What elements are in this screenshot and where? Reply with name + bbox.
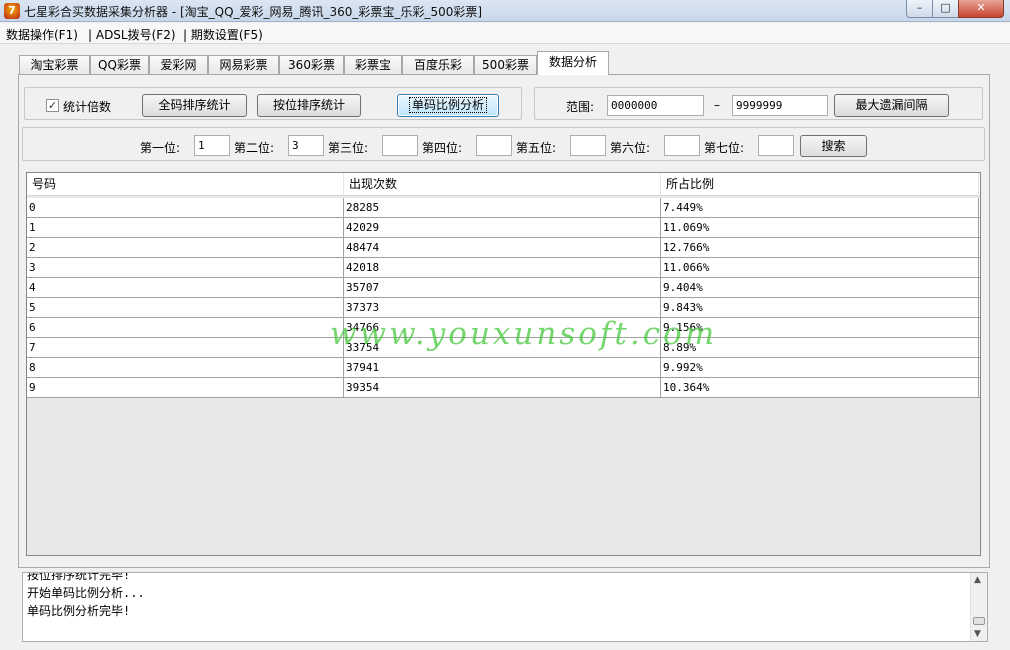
cell-count: 37941 — [344, 358, 661, 377]
log-line: 单码比例分析完毕! — [27, 604, 131, 618]
single-ratio-button[interactable]: 单码比例分析 — [397, 94, 499, 117]
ratio-table: 号码 出现次数 所占比例 0 28285 7.449% 1 42029 11.069% 2 4… — [26, 172, 981, 556]
table-row[interactable]: 9 39354 10.364% — [27, 378, 980, 398]
search-button[interactable]: 搜索 — [800, 135, 867, 157]
position-field-3[interactable] — [382, 135, 418, 156]
cell-count: 35707 — [344, 278, 661, 297]
cell-ratio: 9.992% — [661, 358, 979, 377]
position-label-2: 第二位: — [234, 141, 275, 155]
log-line: 按位排序统计完毕! — [27, 572, 131, 582]
cell-count: 33754 — [344, 338, 661, 357]
cell-number: 9 — [27, 378, 344, 397]
menu-adsl-dial[interactable]: | ADSL拨号(F2) — [88, 26, 176, 43]
full-sort-button[interactable]: 全码排序统计 — [142, 94, 247, 117]
position-label-3: 第三位: — [328, 141, 369, 155]
table-row[interactable]: 4 35707 9.404% — [27, 278, 980, 298]
range-separator: – — [714, 98, 720, 112]
tab-360[interactable]: 360彩票 — [279, 55, 344, 75]
max-gap-button[interactable]: 最大遗漏间隔 — [834, 94, 949, 117]
position-field-2[interactable]: 3 — [288, 135, 324, 156]
tab-netease[interactable]: 网易彩票 — [208, 55, 279, 75]
cell-count: 37373 — [344, 298, 661, 317]
cell-count: 42029 — [344, 218, 661, 237]
tab-baidu[interactable]: 百度乐彩 — [402, 55, 474, 75]
header-number[interactable]: 号码 — [27, 173, 344, 196]
cell-ratio: 12.766% — [661, 238, 979, 257]
cell-ratio: 8.89% — [661, 338, 979, 357]
log-line: 开始单码比例分析... — [27, 586, 145, 600]
cell-number: 7 — [27, 338, 344, 357]
single-ratio-button-label: 单码比例分析 — [408, 97, 487, 113]
menu-period-settings[interactable]: | 期数设置(F5) — [183, 26, 263, 43]
tab-caipiaobao[interactable]: 彩票宝 — [344, 55, 402, 75]
tab-500[interactable]: 500彩票 — [474, 55, 537, 75]
cell-number: 4 — [27, 278, 344, 297]
cell-number: 2 — [27, 238, 344, 257]
cell-number: 6 — [27, 318, 344, 337]
tab-taobao[interactable]: 淘宝彩票 — [19, 55, 90, 75]
scroll-up-icon[interactable]: ▲ — [974, 575, 981, 585]
close-button[interactable]: ✕ — [958, 0, 1004, 18]
table-row[interactable]: 7 33754 8.89% — [27, 338, 980, 358]
cell-ratio: 11.066% — [661, 258, 979, 277]
cell-number: 3 — [27, 258, 344, 277]
log-output: 按位排序统计完毕! 开始单码比例分析... 单码比例分析完毕! ▲ ▼ — [22, 572, 988, 642]
table-row[interactable]: 8 37941 9.992% — [27, 358, 980, 378]
cell-ratio: 9.843% — [661, 298, 979, 317]
table-row[interactable]: 5 37373 9.843% — [27, 298, 980, 318]
title-bar: 7 七星彩合买数据采集分析器 - [淘宝_QQ_爱彩_网易_腾讯_360_彩票宝… — [0, 0, 1010, 22]
range-from-field[interactable]: 0000000 — [607, 95, 704, 116]
menu-bar: 数据操作(F1) | ADSL拨号(F2) | 期数设置(F5) — [0, 23, 1010, 44]
table-row[interactable]: 6 34766 9.156% — [27, 318, 980, 338]
position-field-7[interactable] — [758, 135, 794, 156]
cell-count: 39354 — [344, 378, 661, 397]
minimize-button[interactable]: – — [906, 0, 933, 18]
position-sort-button[interactable]: 按位排序统计 — [257, 94, 361, 117]
range-to-field[interactable]: 9999999 — [732, 95, 828, 116]
cell-number: 1 — [27, 218, 344, 237]
window-title: 七星彩合买数据采集分析器 - [淘宝_QQ_爱彩_网易_腾讯_360_彩票宝_乐… — [24, 5, 483, 19]
position-field-6[interactable] — [664, 135, 700, 156]
position-label-5: 第五位: — [516, 141, 557, 155]
app-icon: 7 — [4, 3, 20, 19]
header-ratio[interactable]: 所占比例 — [661, 173, 979, 196]
position-field-4[interactable] — [476, 135, 512, 156]
cell-count: 34766 — [344, 318, 661, 337]
range-label: 范围: — [566, 100, 595, 114]
cell-number: 0 — [27, 198, 344, 217]
multiplier-label: 统计倍数 — [63, 100, 112, 114]
scroll-thumb[interactable] — [973, 617, 985, 625]
position-label-4: 第四位: — [422, 141, 463, 155]
multiplier-checkbox[interactable]: ✓ — [46, 99, 59, 112]
cell-ratio: 9.156% — [661, 318, 979, 337]
log-scrollbar[interactable]: ▲ ▼ — [970, 573, 987, 641]
cell-ratio: 11.069% — [661, 218, 979, 237]
table-body: 0 28285 7.449% 1 42029 11.069% 2 48474 12.766% 3 4… — [27, 198, 980, 398]
header-count[interactable]: 出现次数 — [344, 173, 661, 196]
tab-data-analysis[interactable]: 数据分析 — [537, 51, 609, 75]
table-header: 号码 出现次数 所占比例 — [27, 173, 980, 196]
position-label-1: 第一位: — [140, 141, 181, 155]
position-field-1[interactable]: 1 — [194, 135, 230, 156]
cell-count: 48474 — [344, 238, 661, 257]
table-row[interactable]: 3 42018 11.066% — [27, 258, 980, 278]
scroll-down-icon[interactable]: ▼ — [974, 629, 981, 639]
cell-ratio: 10.364% — [661, 378, 979, 397]
tab-aicai[interactable]: 爱彩网 — [149, 55, 208, 75]
cell-count: 28285 — [344, 198, 661, 217]
menu-data-operations[interactable]: 数据操作(F1) — [6, 26, 78, 43]
cell-number: 5 — [27, 298, 344, 317]
maximize-button[interactable]: □ — [932, 0, 959, 18]
cell-ratio: 7.449% — [661, 198, 979, 217]
cell-ratio: 9.404% — [661, 278, 979, 297]
position-field-5[interactable] — [570, 135, 606, 156]
position-label-6: 第六位: — [610, 141, 651, 155]
table-row[interactable]: 2 48474 12.766% — [27, 238, 980, 258]
cell-number: 8 — [27, 358, 344, 377]
table-row[interactable]: 0 28285 7.449% — [27, 198, 980, 218]
table-row[interactable]: 1 42029 11.069% — [27, 218, 980, 238]
position-label-7: 第七位: — [704, 141, 745, 155]
tab-qq[interactable]: QQ彩票 — [90, 55, 149, 75]
cell-count: 42018 — [344, 258, 661, 277]
